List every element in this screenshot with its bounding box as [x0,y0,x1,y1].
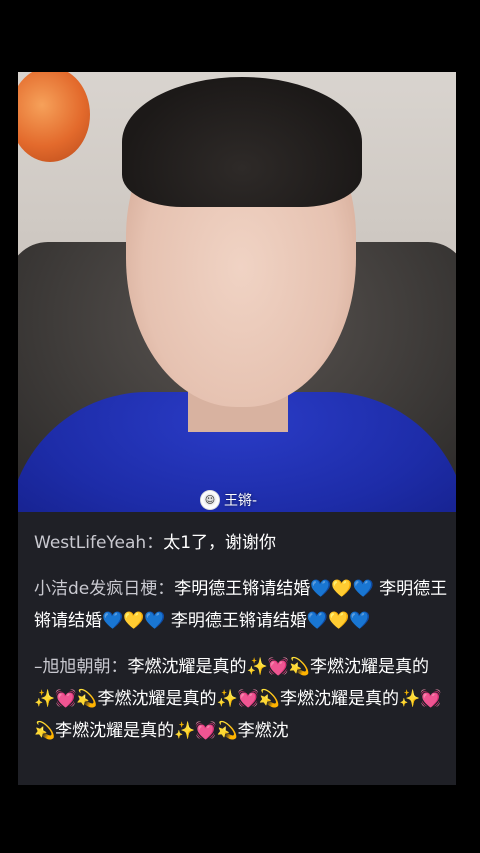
comment-text: 太1了，谢谢你 [163,533,277,553]
streamer-name: 王锵- [224,493,258,509]
streamer-name-tag[interactable]: ☺ 王锵- [200,490,257,510]
live-stream-frame: ☺ 王锵- WestLifeYeah：太1了，谢谢你 小洁de发疯日梗：李明德王… [18,72,456,785]
hair [122,77,362,207]
video-feed[interactable]: ☺ 王锵- [18,72,456,512]
comment-item: 小洁de发疯日梗：李明德王锵请结婚💙💛💙 李明德王锵请结婚💙💛💙 李明德王锵请结… [34,573,449,637]
comment-author[interactable]: –旭旭朝朝： [34,657,128,677]
comment-item: WestLifeYeah：太1了，谢谢你 [34,527,449,559]
orange-lamp [18,72,90,162]
comment-list[interactable]: WestLifeYeah：太1了，谢谢你 小洁de发疯日梗：李明德王锵请结婚💙💛… [34,527,449,761]
comment-author[interactable]: 小洁de发疯日梗： [34,579,174,599]
comment-author[interactable]: WestLifeYeah： [34,533,163,553]
comment-item: –旭旭朝朝：李燃沈耀是真的✨💓💫李燃沈耀是真的✨💓💫李燃沈耀是真的✨💓💫李燃沈耀… [34,651,449,747]
avatar-icon: ☺ [200,490,220,510]
